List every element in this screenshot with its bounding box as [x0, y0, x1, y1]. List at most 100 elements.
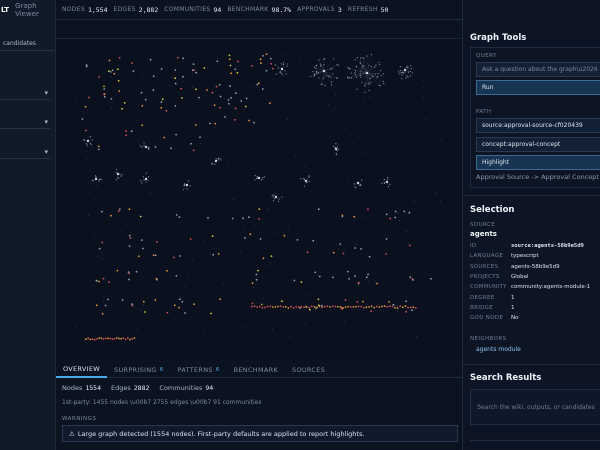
graph-node[interactable]	[412, 279, 414, 281]
graph-node[interactable]	[382, 80, 384, 83]
graph-node[interactable]	[391, 305, 394, 308]
graph-node[interactable]	[79, 289, 81, 291]
graph-node[interactable]	[423, 97, 425, 99]
tab-active[interactable]: LT	[0, 6, 9, 14]
graph-node[interactable]	[376, 282, 378, 285]
graph-node[interactable]	[144, 98, 147, 101]
graph-node[interactable]	[418, 330, 419, 332]
graph-node[interactable]	[282, 306, 285, 308]
graph-node[interactable]	[101, 241, 104, 244]
highlight-button[interactable]: Highlight	[476, 155, 600, 170]
graph-node[interactable]	[314, 73, 316, 75]
graph-node[interactable]	[331, 81, 333, 83]
graph-node[interactable]	[409, 306, 412, 309]
graph-node[interactable]	[321, 304, 323, 307]
graph-node[interactable]	[383, 73, 385, 75]
graph-node[interactable]	[365, 306, 368, 309]
graph-node[interactable]	[116, 269, 119, 272]
graph-node[interactable]	[326, 305, 329, 308]
graph-node[interactable]	[370, 305, 373, 308]
graph-node[interactable]	[385, 180, 389, 184]
graph-node[interactable]	[175, 133, 177, 136]
graph-node[interactable]	[270, 279, 272, 281]
graph-node[interactable]	[280, 63, 282, 65]
graph-node[interactable]	[234, 107, 237, 110]
graph-node[interactable]	[358, 285, 359, 287]
graph-node[interactable]	[313, 305, 316, 308]
graph-node[interactable]	[192, 149, 195, 152]
graph-node[interactable]	[278, 198, 280, 200]
graph-node[interactable]	[258, 208, 261, 211]
graph-node[interactable]	[359, 63, 361, 65]
graph-node[interactable]	[107, 70, 110, 72]
graph-node[interactable]	[261, 306, 264, 309]
graph-node[interactable]	[281, 300, 283, 303]
graph-node[interactable]	[348, 277, 350, 280]
graph-node[interactable]	[94, 175, 97, 177]
graph-node[interactable]	[362, 306, 365, 309]
graph-node[interactable]	[359, 75, 361, 77]
graph-node[interactable]	[104, 304, 107, 307]
graph-node[interactable]	[136, 329, 138, 330]
graph-node[interactable]	[344, 129, 346, 131]
graph-node[interactable]	[240, 100, 243, 102]
graph-node[interactable]	[227, 99, 230, 101]
graph-node[interactable]	[375, 281, 377, 283]
graph-node[interactable]	[102, 277, 105, 280]
graph-node[interactable]	[293, 279, 296, 282]
graph-node[interactable]	[406, 231, 408, 232]
graph-node[interactable]	[149, 58, 152, 61]
graph-node[interactable]	[95, 280, 98, 282]
graph-node[interactable]	[211, 235, 214, 238]
graph-node[interactable]	[333, 145, 335, 147]
graph-node[interactable]	[359, 309, 361, 311]
graph-node[interactable]	[339, 305, 342, 308]
graph-node[interactable]	[332, 251, 335, 254]
graph-node[interactable]	[299, 307, 302, 309]
graph-node[interactable]	[322, 69, 326, 73]
graph-node[interactable]	[262, 177, 264, 179]
graph-node[interactable]	[100, 337, 103, 339]
graph-node[interactable]	[89, 136, 91, 138]
graph-node[interactable]	[154, 299, 157, 301]
graph-node[interactable]	[300, 281, 303, 283]
graph-node[interactable]	[274, 232, 276, 234]
graph-node[interactable]	[344, 321, 346, 323]
graph-node[interactable]	[253, 287, 255, 288]
graph-node[interactable]	[412, 72, 414, 74]
graph-node[interactable]	[367, 82, 369, 84]
graph-node[interactable]	[121, 174, 123, 176]
graph-node[interactable]	[313, 66, 316, 68]
graph-node[interactable]	[316, 70, 318, 72]
graph-node[interactable]	[434, 167, 436, 169]
graph-node[interactable]	[336, 146, 338, 148]
graph-node[interactable]	[280, 72, 282, 74]
graph-node[interactable]	[141, 146, 143, 148]
graph-node[interactable]	[439, 201, 441, 202]
graph-node[interactable]	[230, 96, 233, 99]
tab-overview[interactable]: OVERVIEW	[56, 362, 108, 378]
graph-node[interactable]	[368, 89, 370, 92]
graph-node[interactable]	[129, 237, 132, 239]
graph-node[interactable]	[403, 68, 407, 72]
path-to-input[interactable]: concept:approval-concept	[476, 137, 600, 152]
graph-node[interactable]	[251, 302, 254, 305]
graph-node[interactable]	[258, 82, 260, 85]
graph-node[interactable]	[338, 148, 340, 150]
graph-node[interactable]	[244, 228, 246, 230]
graph-node[interactable]	[117, 177, 119, 179]
graph-node[interactable]	[190, 142, 192, 145]
graph-node[interactable]	[215, 158, 217, 160]
graph-node[interactable]	[336, 149, 338, 151]
graph-node[interactable]	[185, 183, 189, 187]
graph-node[interactable]	[334, 107, 336, 109]
graph-node[interactable]	[329, 306, 331, 308]
graph-node[interactable]	[416, 336, 418, 338]
graph-node[interactable]	[108, 59, 111, 62]
graph-node[interactable]	[169, 85, 171, 86]
graph-node[interactable]	[85, 65, 88, 68]
graph-node[interactable]	[118, 90, 121, 92]
graph-node[interactable]	[262, 257, 265, 260]
graph-node[interactable]	[318, 275, 321, 278]
graph-node[interactable]	[204, 144, 206, 146]
